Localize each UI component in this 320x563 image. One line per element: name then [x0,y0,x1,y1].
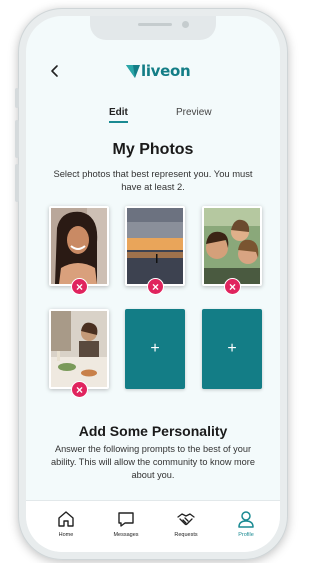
add-photo-button[interactable]: + [202,309,262,389]
group-selfie-image [204,208,260,284]
photo-thumbnail[interactable] [49,309,109,389]
nav-item-profile[interactable]: Profile [222,509,270,538]
phone-side-button [15,120,19,158]
sunset-image [127,208,183,284]
app-screen: liveon Edit Preview My Photos Select pho… [26,16,280,552]
remove-photo-button[interactable]: × [71,278,88,295]
tab-preview[interactable]: Preview [176,107,212,118]
logo-mark-icon [126,64,140,78]
photo-thumbnail[interactable] [49,206,109,286]
handshake-icon [177,513,195,526]
photo-thumbnail[interactable] [202,206,262,286]
nav-label: Profile [238,532,254,538]
nav-label: Messages [113,532,139,538]
speaker [138,23,172,26]
nav-label: Home [58,532,74,538]
page-title: My Photos [112,141,194,158]
personality-description: Answer the following prompts to the best… [51,444,255,480]
tab-edit[interactable]: Edit [109,107,128,123]
nav-item-requests[interactable]: Requests [162,509,210,538]
personality-title: Add Some Personality [78,423,228,439]
app-logo: liveon [126,62,191,80]
remove-photo-button[interactable]: × [224,278,241,295]
bottom-nav: Home Messages Requests Profile [26,500,280,552]
dinner-table-image [51,311,107,387]
add-photo-button[interactable]: + [125,309,185,389]
phone-side-button [15,88,19,108]
remove-photo-button[interactable]: × [71,381,88,398]
profile-icon [238,511,254,528]
nav-item-messages[interactable]: Messages [102,509,150,538]
camera [182,21,189,28]
remove-photo-button[interactable]: × [147,278,164,295]
nav-label: Requests [174,532,198,538]
phone-side-button [15,164,19,202]
message-icon [118,512,134,527]
phone-notch [90,16,216,40]
portrait-image [51,208,107,284]
home-icon [58,511,74,527]
photos-instructions: Select photos that best represent you. Y… [53,168,253,192]
edit-preview-tabs: Edit Preview [26,107,280,127]
nav-item-home[interactable]: Home [42,509,90,538]
photo-thumbnail[interactable] [125,206,185,286]
logo-text: liveon [141,62,191,80]
chevron-left-icon[interactable] [48,64,62,78]
